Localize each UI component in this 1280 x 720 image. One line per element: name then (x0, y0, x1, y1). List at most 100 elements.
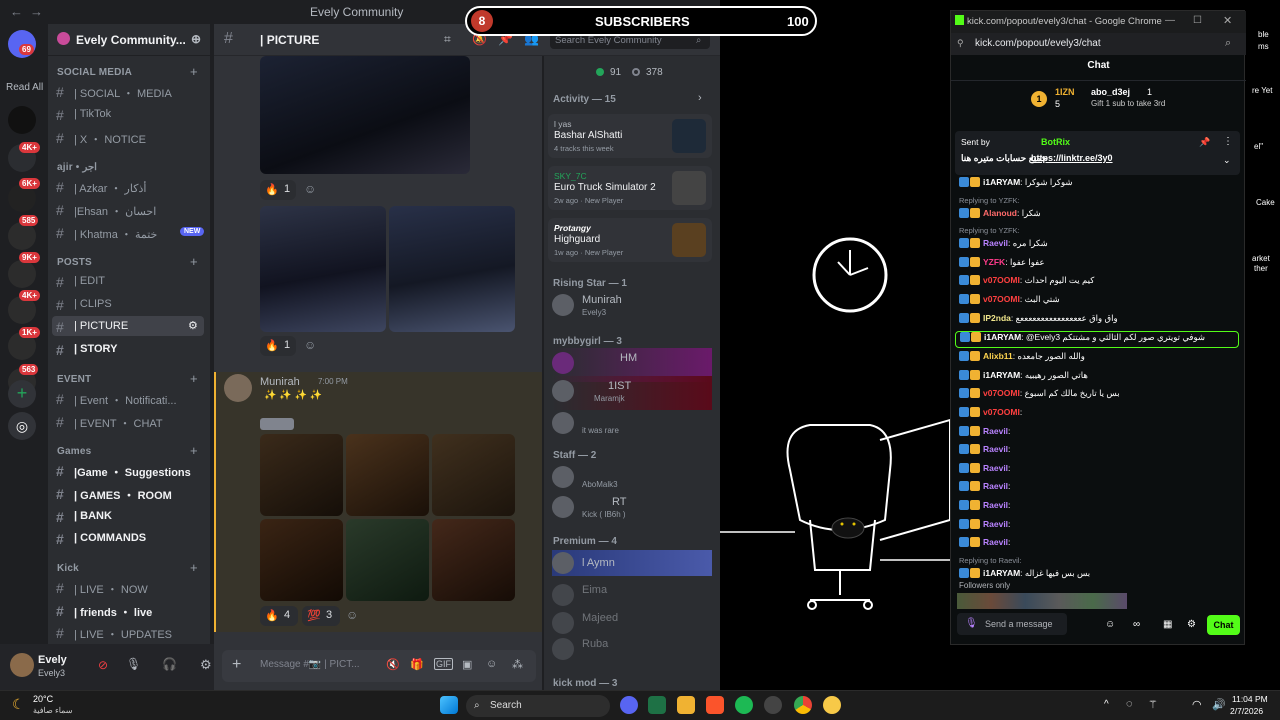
microphone-icon[interactable]: 🎙 (965, 618, 978, 629)
chat-message[interactable]: Raevil: (959, 444, 1239, 460)
add-reaction-icon[interactable]: ☺ (346, 608, 358, 622)
taskbar-search[interactable]: ⌕ Search (466, 695, 610, 717)
address-bar[interactable]: ⚲ kick.com/popout/evely3/chat ⌕ (951, 33, 1246, 55)
chat-username[interactable]: v07OOMI (983, 388, 1020, 398)
tray-chevron-icon[interactable]: ^ (1104, 699, 1109, 710)
member-item[interactable]: l Aymn (552, 550, 712, 576)
reaction[interactable]: 🔥 1 (260, 180, 296, 200)
chrome-app-icon[interactable] (794, 696, 812, 714)
post-image[interactable] (260, 519, 343, 601)
chat-message[interactable]: v07OOMI: كيم يت اليوم احداث (959, 275, 1239, 291)
chat-username[interactable]: Raevil (983, 463, 1008, 473)
spotify-app-icon[interactable] (735, 696, 753, 714)
tray-icon[interactable]: ◌ (1126, 698, 1133, 710)
brave-browser-icon[interactable] (706, 696, 724, 714)
app-icon[interactable] (823, 696, 841, 714)
chat-message[interactable]: Raevil: (959, 425, 1239, 442)
activity-card[interactable]: SKY_7C Euro Truck Simulator 2 2w ago · N… (548, 166, 712, 210)
weather-temp[interactable]: 20°C (33, 694, 53, 704)
desktop-icon-label[interactable]: ther (1254, 264, 1268, 273)
add-server-icon[interactable]: + (8, 380, 36, 408)
desktop-icon-label[interactable]: ms (1258, 42, 1269, 51)
reaction[interactable]: 🔥 1 (260, 336, 296, 356)
settings-icon[interactable]: ⚙ (1187, 619, 1196, 630)
category-posts[interactable]: POSTS (57, 257, 92, 268)
chat-username[interactable]: i1ARYAM (983, 370, 1020, 380)
server-icon[interactable] (8, 260, 36, 288)
channel-edit[interactable]: # | EDIT (52, 271, 204, 291)
channel-commands[interactable]: # | COMMANDS (52, 528, 204, 548)
maximize-icon[interactable]: ☐ (1193, 15, 1202, 26)
member-item[interactable]: Ruba (552, 634, 712, 668)
emoji-icon[interactable]: ☺ (1105, 619, 1115, 630)
post-image[interactable] (346, 519, 429, 601)
discover-icon[interactable]: ◎ (8, 412, 36, 440)
add-reaction-icon[interactable]: ☺ (304, 338, 316, 352)
member-item[interactable]: AboMalk3 (552, 462, 712, 496)
message-author[interactable]: Munirah (260, 376, 300, 388)
site-info-icon[interactable]: ⚲ (957, 38, 964, 49)
chat-message[interactable]: YZFK: عفوا عفوا (959, 256, 1239, 273)
chat-username[interactable]: Alixb11 (983, 351, 1013, 361)
chat-message[interactable]: v07OOMI: (959, 407, 1239, 423)
post-image[interactable] (346, 434, 429, 516)
category-event[interactable]: EVENT (57, 374, 91, 385)
channel-games-room[interactable]: # | GAMES ・ ROOM (52, 483, 204, 503)
wifi-icon[interactable]: ◠ (1192, 698, 1202, 711)
user-settings-icon[interactable]: ⚙ (200, 657, 212, 673)
chat-username[interactable]: Raevil (983, 519, 1008, 529)
post-image[interactable] (432, 519, 515, 601)
chat-username[interactable]: v07OOMI (983, 294, 1020, 304)
member-item[interactable]: RT Kick ( IB6h ) (552, 492, 712, 526)
chat-message[interactable]: Raevil: (959, 537, 1239, 553)
category-social-media[interactable]: SOCIAL MEDIA (57, 67, 132, 78)
server-icon[interactable] (8, 106, 36, 134)
channel-event-chat[interactable]: # | EVENT ・ CHAT (52, 411, 204, 431)
minimize-icon[interactable]: — (1165, 15, 1175, 26)
post-image[interactable] (260, 206, 386, 332)
gift-icon[interactable]: 🎁 (410, 658, 424, 671)
chat-username[interactable]: v07OOMI (983, 275, 1020, 285)
chat-username[interactable]: Raevil (983, 426, 1008, 436)
chat-username[interactable]: i1ARYAM (984, 332, 1021, 342)
chat-message[interactable]: IP2nda: واق واق ععععععععععععععععع (959, 312, 1239, 329)
post-image[interactable] (260, 56, 470, 174)
chat-username[interactable]: YZFK (983, 257, 1005, 267)
activity-card[interactable]: l yas Bashar AlShatti 4 tracks this week (548, 114, 712, 158)
file-explorer-icon[interactable] (677, 696, 695, 714)
desktop-icon-label[interactable]: arket (1252, 254, 1270, 263)
chat-username[interactable]: i1ARYAM (983, 177, 1020, 187)
chat-message[interactable]: Raevil: شكرا مره (959, 238, 1239, 254)
camera-off-icon[interactable]: ⊘ (98, 658, 108, 672)
chat-message[interactable]: i1ARYAM: شوكرا شوكرا (959, 177, 1239, 193)
add-channel-icon[interactable]: + (190, 443, 198, 458)
add-channel-icon[interactable]: + (190, 560, 198, 575)
chat-message[interactable]: Raevil: (959, 481, 1239, 497)
chat-username[interactable]: Raevil (983, 481, 1008, 491)
excel-app-icon[interactable] (648, 696, 666, 714)
volume-icon[interactable]: 🔊 (1212, 698, 1226, 711)
read-all-button[interactable]: Read All (6, 82, 43, 93)
store-icon[interactable]: ▦ (1163, 619, 1172, 630)
avatar[interactable] (10, 653, 34, 677)
chat-message[interactable]: v07OOMI: بس يا تاريخ مالك كم اسبوع (959, 388, 1239, 404)
chevron-right-icon[interactable]: › (698, 92, 702, 104)
channel-game-suggestions[interactable]: # |Game ・ Suggestions (52, 460, 204, 480)
server-icon[interactable] (8, 222, 36, 250)
threads-icon[interactable]: ⌗ (444, 32, 451, 47)
category-games[interactable]: Games (57, 446, 91, 457)
post-image[interactable] (260, 434, 343, 516)
post-image[interactable] (389, 206, 515, 332)
chat-username[interactable]: v07OOMI (983, 407, 1020, 417)
channel-clips[interactable]: # | CLIPS (52, 294, 204, 314)
channel-x-notice[interactable]: # | X ・ NOTICE (52, 127, 204, 147)
activity-card[interactable]: Protangy Highguard 1w ago · New Player (548, 218, 712, 262)
chat-message[interactable]: Raevil: (959, 518, 1239, 535)
clock-time[interactable]: 11:04 PM (1232, 694, 1268, 704)
add-channel-icon[interactable]: + (190, 64, 198, 79)
forward-arrow-icon[interactable]: → (30, 4, 43, 19)
channel-friends-live[interactable]: # | friends ・ live (52, 600, 204, 620)
moon-weather-icon[interactable]: ☾ (12, 696, 25, 713)
headphones-icon[interactable]: 🎧 (162, 657, 177, 671)
microphone-icon[interactable]: 🎙 (126, 657, 141, 671)
